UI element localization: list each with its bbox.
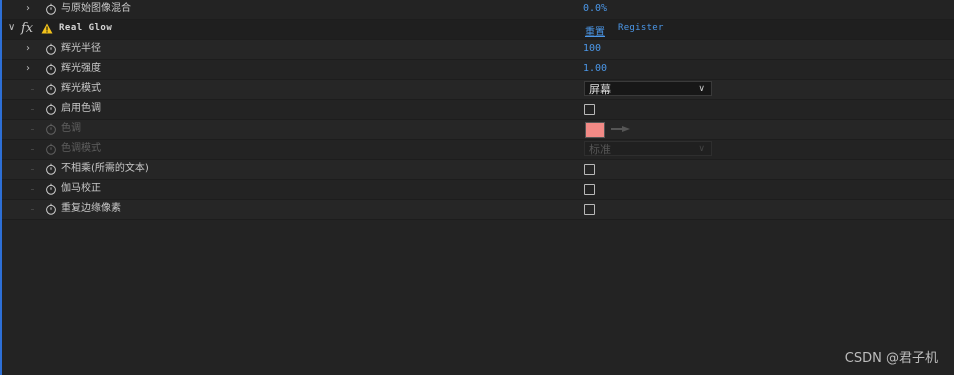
effect-header-row: ∨ fx Real Glow 重置 Register <box>2 20 954 40</box>
stopwatch-icon[interactable] <box>45 183 57 195</box>
chevron-down-icon[interactable]: ∨ <box>8 23 18 33</box>
gamma-checkbox[interactable] <box>584 184 595 195</box>
property-label: 启用色调 <box>61 103 101 114</box>
stopwatch-icon[interactable] <box>45 203 57 215</box>
tree-line <box>31 209 34 210</box>
effect-controls-panel: › 与原始图像混合 0.0% ∨ fx Real Glow 重置 Registe… <box>2 0 954 220</box>
property-label: 色调 <box>61 123 81 134</box>
stopwatch-icon <box>45 123 57 135</box>
chevron-down-icon: ∨ <box>698 144 705 154</box>
reset-link[interactable]: 重置 <box>585 23 605 38</box>
unmultiply-checkbox[interactable] <box>584 164 595 175</box>
stopwatch-icon[interactable] <box>45 163 57 175</box>
warning-triangle-icon <box>41 23 53 34</box>
property-label: 伽马校正 <box>61 183 101 194</box>
property-row-blend-original: › 与原始图像混合 0.0% <box>2 0 954 20</box>
effect-name: Real Glow <box>59 23 113 33</box>
property-row-gamma: 伽马校正 <box>2 180 954 200</box>
stopwatch-icon[interactable] <box>45 43 57 55</box>
glow-mode-selected: 屏幕 <box>589 83 611 96</box>
chevron-down-icon: ∨ <box>698 84 705 94</box>
fx-toggle[interactable]: fx <box>21 20 33 38</box>
stopwatch-icon[interactable] <box>45 3 57 15</box>
property-label: 与原始图像混合 <box>61 3 131 14</box>
tree-line <box>31 149 34 150</box>
stopwatch-icon[interactable] <box>45 103 57 115</box>
glow-mode-select[interactable]: 屏幕 ∨ <box>584 81 712 96</box>
chevron-right-icon[interactable]: › <box>26 4 36 14</box>
property-row-enable-tint: 启用色调 <box>2 100 954 120</box>
property-label: 辉光模式 <box>61 83 101 94</box>
property-label: 重复边缘像素 <box>61 203 121 214</box>
property-label: 辉光强度 <box>61 63 101 74</box>
blend-original-value[interactable]: 0.0% <box>583 2 607 16</box>
chevron-right-icon[interactable]: › <box>26 64 36 74</box>
repeat-edge-checkbox[interactable] <box>584 204 595 215</box>
glow-radius-value[interactable]: 100 <box>583 42 601 56</box>
property-row-tint-mode: 色调模式 标准 ∨ <box>2 140 954 160</box>
tree-line <box>31 109 34 110</box>
property-label: 不相乘(所需的文本) <box>61 163 149 174</box>
tint-mode-select: 标准 ∨ <box>584 141 712 156</box>
tint-mode-selected: 标准 <box>589 143 611 156</box>
register-link[interactable]: Register <box>618 23 664 33</box>
stopwatch-icon[interactable] <box>45 83 57 95</box>
watermark: CSDN @君子机 <box>844 351 938 366</box>
tree-line <box>31 129 34 130</box>
tint-color-swatch[interactable] <box>585 122 605 138</box>
property-row-glow-mode: 辉光模式 屏幕 ∨ <box>2 80 954 100</box>
property-row-tint: 色调 <box>2 120 954 140</box>
glow-intensity-value[interactable]: 1.00 <box>583 62 607 76</box>
stopwatch-icon[interactable] <box>45 63 57 75</box>
property-row-repeat-edge: 重复边缘像素 <box>2 200 954 220</box>
eyedropper-icon[interactable] <box>611 125 631 133</box>
chevron-right-icon[interactable]: › <box>26 44 36 54</box>
stopwatch-icon <box>45 143 57 155</box>
property-row-glow-radius: › 辉光半径 100 <box>2 40 954 60</box>
enable-tint-checkbox[interactable] <box>584 104 595 115</box>
tree-line <box>31 89 34 90</box>
property-row-unmultiply: 不相乘(所需的文本) <box>2 160 954 180</box>
tree-line <box>31 189 34 190</box>
tree-line <box>31 169 34 170</box>
property-label: 色调模式 <box>61 143 101 154</box>
property-label: 辉光半径 <box>61 43 101 54</box>
property-row-glow-intensity: › 辉光强度 1.00 <box>2 60 954 80</box>
